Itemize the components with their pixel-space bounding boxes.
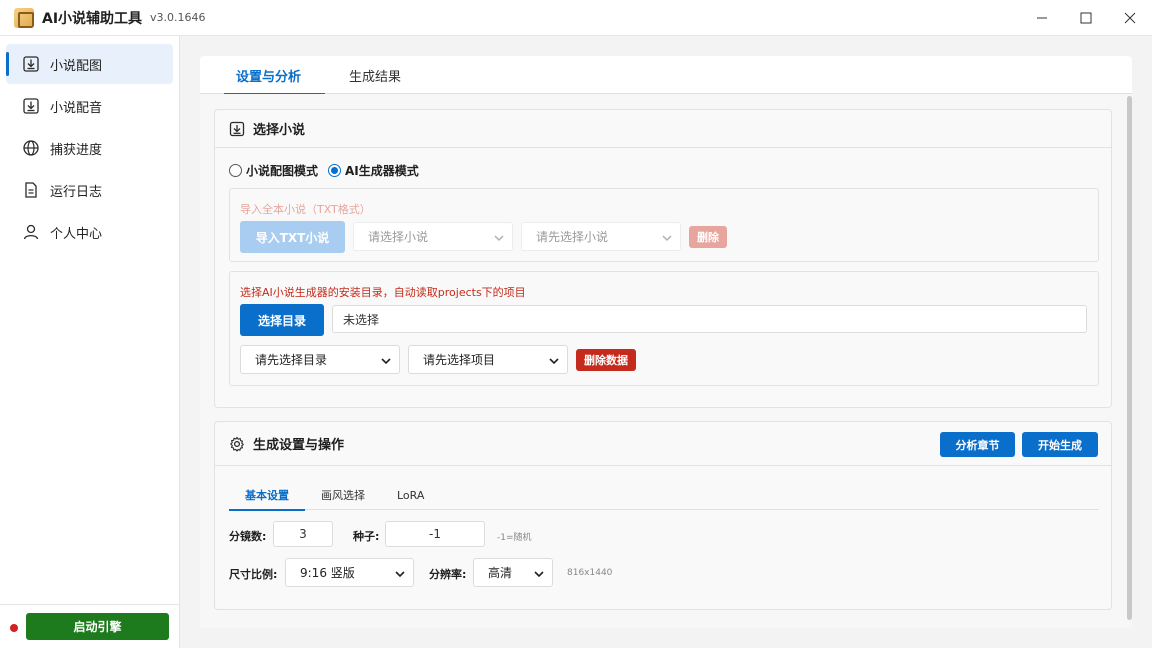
gear-icon xyxy=(229,436,245,452)
sidebar-item-label: 运行日志 xyxy=(50,184,103,200)
seed-input[interactable]: -1 xyxy=(385,521,485,547)
project-select[interactable]: 请先选择项目 xyxy=(408,345,568,374)
seed-note: -1=随机 xyxy=(497,533,532,543)
ratio-label: 尺寸比例: xyxy=(229,568,278,581)
delete-data-button[interactable]: 删除数据 xyxy=(576,349,636,371)
import-txt-button[interactable]: 导入TXT小说 xyxy=(240,221,345,253)
sidebar-item-label: 个人中心 xyxy=(50,226,103,242)
chevron-down-icon xyxy=(381,355,391,365)
maximize-icon xyxy=(1080,12,1092,24)
import-txt-section: 导入全本小说（TXT格式） 导入TXT小说 请选择小说 请先选择小说 删除 xyxy=(229,188,1099,262)
engine-status-dot xyxy=(10,624,18,632)
chevron-down-icon xyxy=(395,568,405,578)
chapter-select[interactable]: 请先选择小说 xyxy=(521,222,681,251)
download-box-icon xyxy=(229,121,245,137)
download-box-icon xyxy=(22,55,40,73)
choose-dir-button[interactable]: 选择目录 xyxy=(240,304,324,336)
select-novel-header: 选择小说 xyxy=(215,110,1111,148)
project-select-value: 请先选择项目 xyxy=(423,353,496,367)
shots-label: 分镜数: xyxy=(229,530,267,543)
start-generate-button[interactable]: 开始生成 xyxy=(1022,432,1098,457)
tab-settings-analysis[interactable]: 设置与分析 xyxy=(212,56,326,95)
close-button[interactable] xyxy=(1108,0,1152,36)
seed-label: 种子: xyxy=(353,530,380,543)
subtab-basic-settings[interactable]: 基本设置 xyxy=(229,480,305,511)
delete-novel-button[interactable]: 删除 xyxy=(689,226,727,248)
app-version: v3.0.1646 xyxy=(150,11,206,24)
shots-input[interactable]: 3 xyxy=(273,521,333,547)
chevron-down-icon xyxy=(549,355,559,365)
vertical-scrollbar[interactable] xyxy=(1127,96,1132,620)
sidebar-item-label: 小说配图 xyxy=(50,58,103,74)
novel-select-value: 请选择小说 xyxy=(368,230,429,244)
window-controls xyxy=(1020,0,1152,36)
card-title: 选择小说 xyxy=(253,123,306,138)
sidebar-footer: 启动引擎 xyxy=(0,604,180,648)
subtab-style-select[interactable]: 画风选择 xyxy=(305,480,381,510)
maximize-button[interactable] xyxy=(1064,0,1108,36)
chevron-down-icon xyxy=(494,232,504,242)
chevron-down-icon xyxy=(534,568,544,578)
sidebar-item-novel-voice[interactable]: 小说配音 xyxy=(6,86,173,126)
app-title: AI小说辅助工具 xyxy=(42,10,143,27)
start-engine-button[interactable]: 启动引擎 xyxy=(26,613,169,640)
app-logo-icon xyxy=(14,7,34,28)
generate-settings-card: 生成设置与操作 分析章节 开始生成 基本设置 画风选择 LoRA 分镜数: 3 … xyxy=(214,421,1112,610)
main-panel: 设置与分析 生成结果 选择小说 小说配图模式 AI生成器模式 导入全本小说（TX… xyxy=(200,56,1132,628)
chevron-down-icon xyxy=(662,232,672,242)
resolution-select-value: 高清 xyxy=(488,566,513,580)
sidebar-item-profile[interactable]: 个人中心 xyxy=(6,212,173,252)
person-icon xyxy=(22,223,40,241)
document-icon xyxy=(22,181,40,199)
chapter-select-value: 请先选择小说 xyxy=(536,230,609,244)
dir-path-field[interactable]: 未选择 xyxy=(332,305,1087,333)
resolution-select[interactable]: 高清 xyxy=(473,558,553,587)
novel-select[interactable]: 请选择小说 xyxy=(353,222,513,251)
globe-icon xyxy=(22,139,40,157)
main-tabs: 设置与分析 生成结果 xyxy=(200,56,1132,95)
sidebar-item-run-log[interactable]: 运行日志 xyxy=(6,170,173,210)
settings-subtabs: 基本设置 画风选择 LoRA xyxy=(229,480,1099,511)
dir-hint: 选择AI小说生成器的安装目录，自动读取projects下的项目 xyxy=(240,286,526,299)
sidebar-item-capture-progress[interactable]: 捕获进度 xyxy=(6,128,173,168)
dir-select-value: 请先选择目录 xyxy=(255,353,328,367)
import-hint: 导入全本小说（TXT格式） xyxy=(240,203,371,216)
sidebar-item-label: 捕获进度 xyxy=(50,142,103,158)
sidebar-item-label: 小说配音 xyxy=(50,100,103,116)
mode-label-ai-generator[interactable]: AI生成器模式 xyxy=(345,162,419,179)
minimize-button[interactable] xyxy=(1020,0,1064,36)
sidebar: 小说配图 小说配音 捕获进度 运行日志 个人中心 启动引擎 xyxy=(0,36,180,648)
ai-generator-dir-section: 选择AI小说生成器的安装目录，自动读取projects下的项目 选择目录 未选择… xyxy=(229,271,1099,386)
generate-settings-header: 生成设置与操作 分析章节 开始生成 xyxy=(215,422,1111,466)
mode-radio-ai-generator[interactable] xyxy=(328,164,342,177)
content-scroll-area: 选择小说 小说配图模式 AI生成器模式 导入全本小说（TXT格式） 导入TXT小… xyxy=(200,94,1132,628)
title-bar: AI小说辅助工具 v3.0.1646 xyxy=(0,0,1152,36)
download-box-icon xyxy=(22,97,40,115)
card-title: 生成设置与操作 xyxy=(253,438,345,453)
mode-radio-group: 小说配图模式 AI生成器模式 xyxy=(229,162,429,179)
mode-label-novel-image[interactable]: 小说配图模式 xyxy=(246,162,318,179)
sidebar-item-novel-image[interactable]: 小说配图 xyxy=(6,44,173,84)
tab-results[interactable]: 生成结果 xyxy=(325,56,425,94)
close-icon xyxy=(1124,12,1136,24)
resolution-label: 分辨率: xyxy=(429,568,467,581)
analyze-chapter-button[interactable]: 分析章节 xyxy=(940,432,1015,457)
subtab-lora[interactable]: LoRA xyxy=(381,480,440,510)
minimize-icon xyxy=(1037,17,1047,19)
resolution-note: 816x1440 xyxy=(567,568,613,578)
select-novel-card: 选择小说 小说配图模式 AI生成器模式 导入全本小说（TXT格式） 导入TXT小… xyxy=(214,109,1112,408)
dir-select[interactable]: 请先选择目录 xyxy=(240,345,400,374)
mode-radio-novel-image[interactable] xyxy=(229,164,242,177)
ratio-select[interactable]: 9:16 竖版 xyxy=(285,558,414,587)
ratio-select-value: 9:16 竖版 xyxy=(300,566,355,580)
